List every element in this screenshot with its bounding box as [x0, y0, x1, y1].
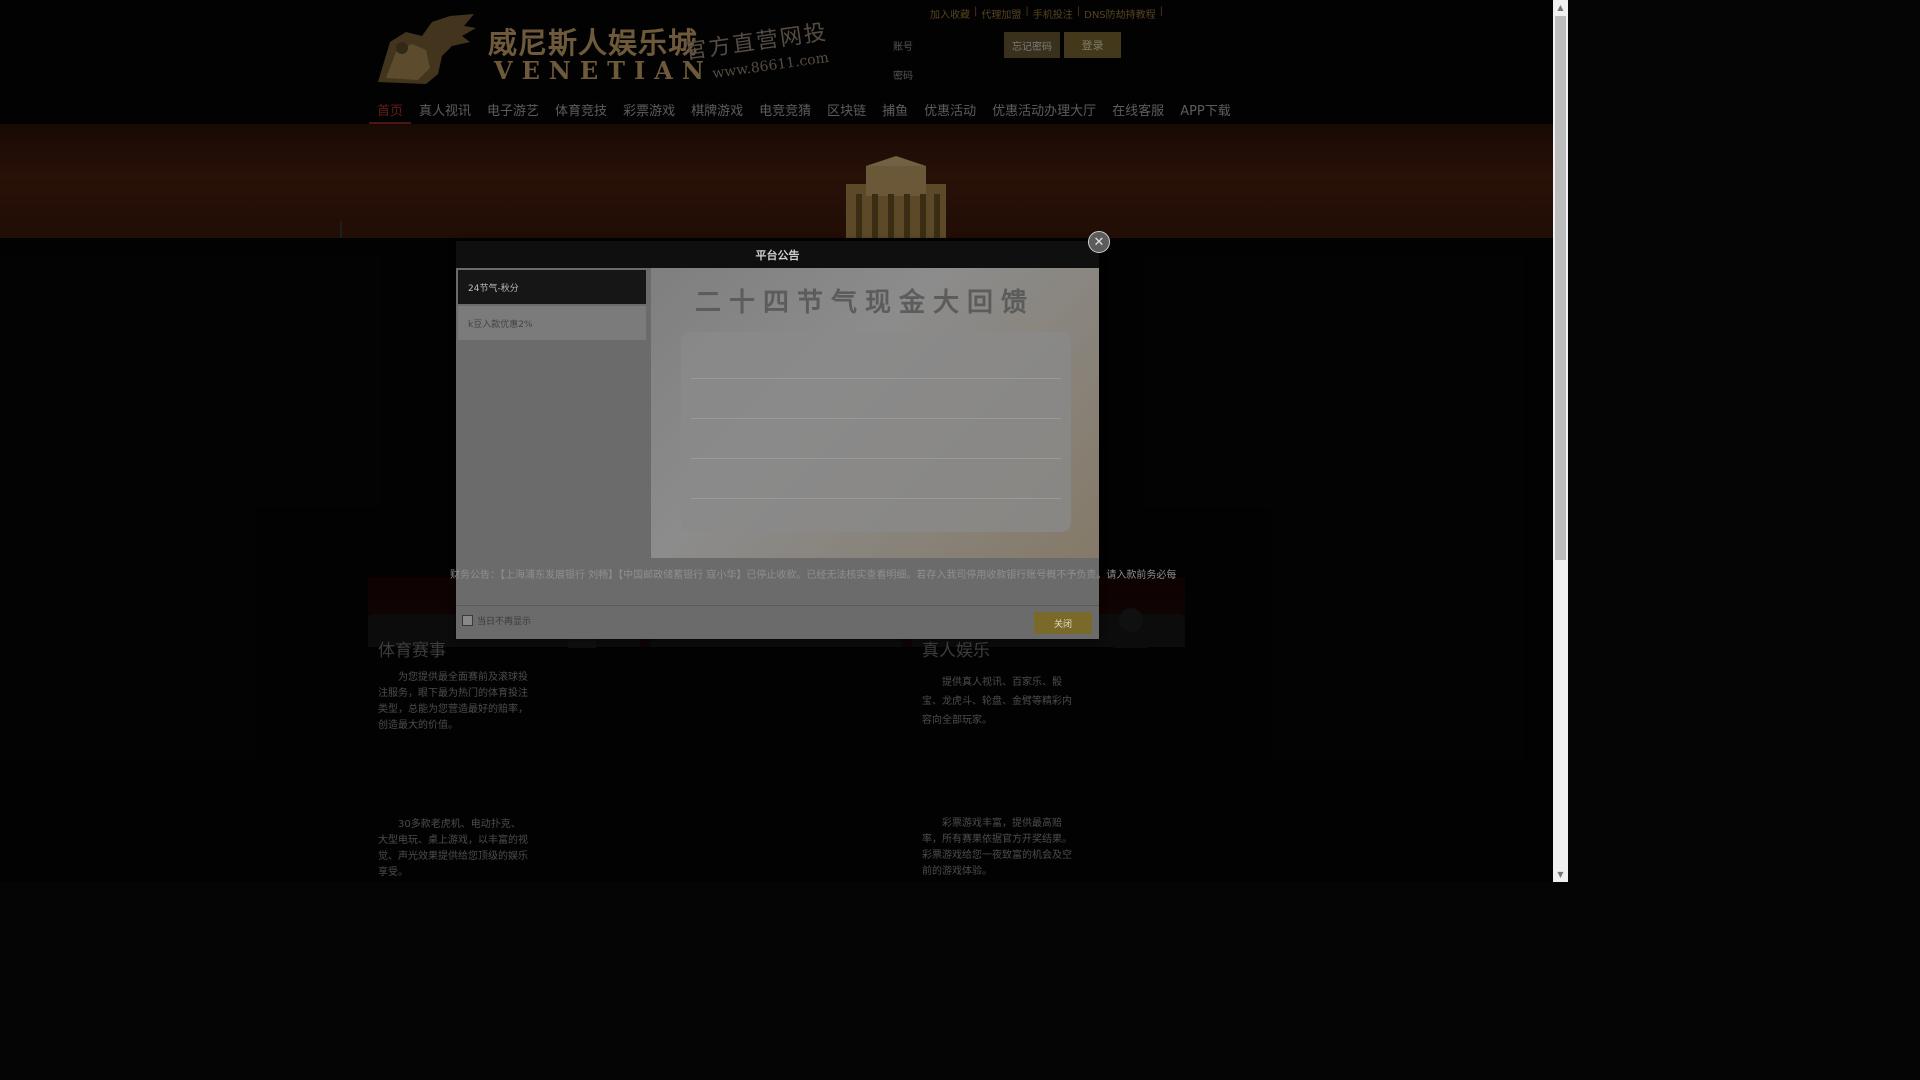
dont-show-today-checkbox[interactable]: 当日不再显示	[462, 614, 531, 627]
scroll-up-icon[interactable]: ▲	[1553, 0, 1568, 15]
checkbox-icon[interactable]	[462, 615, 473, 626]
announcement-tabs: 24节气-秋分 k豆入款优惠2%	[458, 270, 646, 342]
table-divider	[691, 498, 1061, 499]
page: 威尼斯人娱乐城 VENETIAN 官方直营网投 www.86611.com 加入…	[0, 0, 1553, 882]
modal-title: 平台公告	[456, 241, 1099, 268]
modal-footer-divider	[456, 605, 1099, 606]
table-divider	[691, 458, 1061, 459]
table-divider	[691, 378, 1061, 379]
tab-deposit-bonus[interactable]: k豆入款优惠2%	[458, 306, 646, 340]
tab-autumn-equinox[interactable]: 24节气-秋分	[458, 270, 646, 304]
announcement-image: 二十四节气现金大回馈	[651, 268, 1099, 558]
finance-notice-marquee: 财务公告：【上海浦东发展银行 刘畅】【中国邮政储蓄银行 寇小华】已停止收款。已经…	[450, 570, 1177, 581]
image-headline: 二十四节气现金大回馈	[695, 288, 1036, 318]
dont-show-label: 当日不再显示	[477, 617, 532, 627]
scroll-thumb[interactable]	[1555, 16, 1566, 560]
scroll-down-icon[interactable]: ▼	[1553, 867, 1568, 882]
image-reward-table	[681, 332, 1071, 532]
close-icon[interactable]: ✕	[1088, 231, 1110, 253]
table-divider	[691, 418, 1061, 419]
vertical-scrollbar[interactable]: ▲ ▼	[1553, 0, 1568, 882]
close-modal-button[interactable]: 关闭	[1034, 612, 1092, 634]
